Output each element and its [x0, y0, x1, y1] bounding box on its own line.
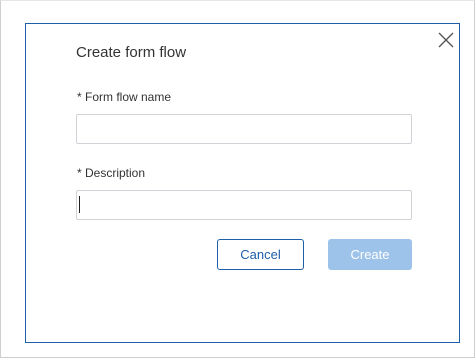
create-button[interactable]: Create — [328, 239, 412, 270]
close-icon-glyph — [438, 32, 454, 48]
create-form-flow-dialog: Create form flow * Form flow name * Desc… — [25, 23, 460, 343]
form-flow-name-input[interactable] — [76, 114, 412, 144]
description-label: * Description — [77, 166, 146, 180]
close-icon[interactable] — [435, 29, 457, 51]
text-caret — [79, 196, 80, 213]
cancel-button[interactable]: Cancel — [217, 239, 304, 270]
page-frame: Create form flow * Form flow name * Desc… — [0, 0, 475, 358]
form-flow-name-label: * Form flow name — [77, 90, 172, 104]
description-input[interactable] — [76, 190, 412, 220]
dialog-title: Create form flow — [76, 44, 187, 61]
